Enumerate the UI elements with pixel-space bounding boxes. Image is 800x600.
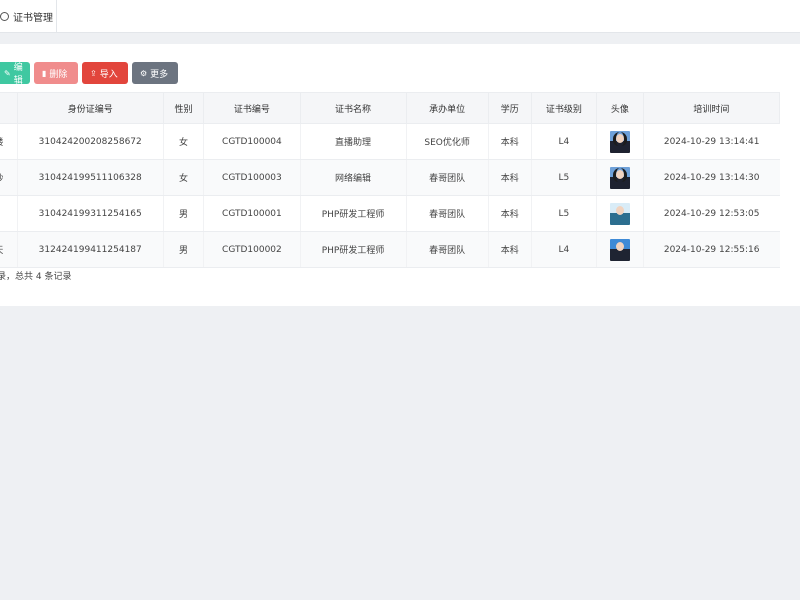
cell-org: SEO优化师 (405, 123, 489, 160)
trash-icon: ▮ (42, 68, 47, 78)
cell-training-time: 2024-10-29 13:14:41 (642, 123, 780, 160)
column-header[interactable]: 承办单位 (405, 92, 489, 124)
cell-cert-name: 网络编辑 (299, 159, 406, 196)
cell-training-time: 2024-10-29 12:53:05 (642, 195, 780, 232)
column-header[interactable]: 性别 (162, 92, 205, 124)
cell-avatar (596, 123, 644, 160)
cell-org: 春哥团队 (405, 159, 489, 196)
upload-icon: ⇪ (90, 68, 97, 78)
cell-name: 纱 (0, 159, 18, 196)
cell-avatar (596, 159, 644, 196)
tab-label: 证书管理 (13, 12, 53, 24)
cell-training-time: 2024-10-29 12:55:16 (642, 231, 780, 268)
avatar[interactable] (609, 130, 630, 153)
table-header-row: 身份证编号 性别 证书编号 证书名称 承办单位 学历 证书级别 头像 培训时间 (0, 92, 781, 124)
import-button[interactable]: ⇪ 导入 (82, 62, 128, 84)
delete-button[interactable]: ▮ 删除 (34, 62, 78, 84)
cell-cert-no: CGTD100004 (203, 123, 301, 160)
cell-gender: 男 (162, 231, 204, 268)
cell-id-number: 310424199511106328 (16, 159, 164, 196)
table-row[interactable]: 褛 310424200208258672 女 CGTD100004 直播助理 S… (0, 123, 780, 160)
avatar[interactable] (609, 238, 630, 261)
cell-name: 天 (0, 231, 18, 268)
column-header[interactable]: 学历 (487, 92, 532, 124)
cell-cert-no: CGTD100002 (203, 231, 301, 268)
cell-cert-no: CGTD100003 (203, 159, 301, 196)
cell-cert-name: PHP研发工程师 (299, 231, 406, 268)
cell-gender: 女 (162, 123, 204, 160)
cell-education: 本科 (487, 231, 532, 268)
cell-cert-no: CGTD100001 (203, 195, 301, 232)
column-header[interactable]: 培训时间 (642, 92, 781, 124)
cell-level: L4 (530, 231, 597, 268)
column-header[interactable]: 身份证编号 (16, 92, 164, 124)
more-button[interactable]: ⚙ 更多 (132, 62, 178, 84)
cell-org: 春哥团队 (405, 231, 489, 268)
column-header[interactable]: 证书级别 (530, 92, 598, 124)
table-row[interactable]: 天 312424199411254187 男 CGTD100002 PHP研发工… (0, 231, 780, 268)
edit-button[interactable]: ✎ 编辑 (0, 62, 30, 86)
column-header[interactable] (0, 92, 18, 124)
cell-id-number: 312424199411254187 (16, 231, 164, 268)
gear-icon: ⚙ (140, 68, 148, 78)
pagination-summary: 录，总共 4 条记录 (0, 272, 72, 282)
tab-bar: 证书管理 (0, 0, 800, 33)
avatar[interactable] (609, 166, 630, 189)
cell-cert-name: PHP研发工程师 (299, 195, 406, 232)
tab-certificate-management[interactable]: 证书管理 (0, 0, 57, 32)
cell-name: 褛 (0, 123, 18, 160)
column-header[interactable]: 头像 (596, 92, 644, 124)
table-row[interactable]: 纱 310424199511106328 女 CGTD100003 网络编辑 春… (0, 159, 780, 196)
refresh-circle-icon (0, 11, 9, 21)
cell-avatar (596, 195, 644, 232)
cell-gender: 女 (162, 159, 204, 196)
cell-training-time: 2024-10-29 13:14:30 (642, 159, 780, 196)
pencil-icon: ✎ (4, 68, 11, 78)
cell-education: 本科 (487, 159, 532, 196)
cell-id-number: 310424200208258672 (16, 123, 164, 160)
cell-cert-name: 直播助理 (299, 123, 406, 160)
toolbar: ✎ 编辑 ▮ 删除 ⇪ 导入 ⚙ 更多 (0, 62, 178, 86)
avatar[interactable] (609, 202, 630, 225)
table-row[interactable]: 310424199311254165 男 CGTD100001 PHP研发工程师… (0, 195, 780, 232)
column-header[interactable]: 证书编号 (203, 92, 301, 124)
cell-level: L4 (530, 123, 597, 160)
column-header[interactable]: 证书名称 (299, 92, 407, 124)
cell-education: 本科 (487, 195, 532, 232)
cell-id-number: 310424199311254165 (16, 195, 164, 232)
cell-name (0, 195, 18, 232)
certificate-table: 身份证编号 性别 证书编号 证书名称 承办单位 学历 证书级别 头像 培训时间 … (0, 92, 781, 268)
cell-education: 本科 (487, 123, 532, 160)
cell-level: L5 (530, 159, 597, 196)
cell-org: 春哥团队 (405, 195, 489, 232)
content-panel: ✎ 编辑 ▮ 删除 ⇪ 导入 ⚙ 更多 身份证编号 性别 证书编号 证书名称 承… (0, 44, 800, 306)
cell-level: L5 (530, 195, 597, 232)
cell-gender: 男 (162, 195, 204, 232)
cell-avatar (596, 231, 644, 268)
